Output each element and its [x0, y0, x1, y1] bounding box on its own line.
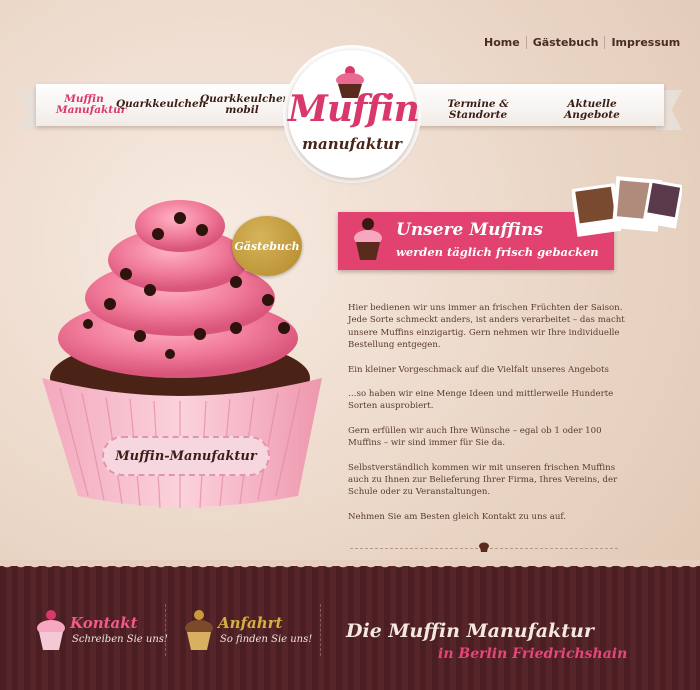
content-paragraph: Gern erfüllen wir auch Ihre Wünsche – eg… [348, 425, 602, 449]
logo-title: Muffin [288, 88, 420, 130]
top-nav-imprint[interactable]: Impressum [605, 36, 686, 49]
top-nav: Home Gästebuch Impressum [478, 36, 686, 49]
nav-item-quarkkeulchen[interactable]: Quarkkeulchen [116, 99, 206, 110]
nav-item-quarkkeulchen-mobil[interactable]: Quarkkeulchen mobil [200, 94, 290, 116]
banner-title: Unsere Muffins [396, 220, 543, 240]
content-paragraph: Hier bedienen wir uns immer an frischen … [348, 303, 625, 351]
nav-item-termine-standorte[interactable]: Termine & Standorte [428, 99, 528, 121]
footer-separator [320, 604, 321, 656]
top-nav-home[interactable]: Home [478, 36, 527, 49]
footer-contact-title[interactable]: Kontakt [70, 614, 138, 632]
page: Home Gästebuch Impressum Muffin Manufakt… [0, 0, 700, 690]
footer-directions-title[interactable]: Anfahrt [218, 614, 282, 632]
footer-separator [165, 604, 166, 656]
footer-brand-title: Die Muffin Manufaktur [346, 620, 594, 642]
banner-subtitle: werden täglich frisch gebacken [396, 245, 599, 259]
content-paragraph: …so haben wir eine Menge Ideen und mittl… [348, 389, 614, 412]
divider-muffin-icon [479, 542, 489, 552]
nav-item-muffin-manufaktur[interactable]: Muffin Manufaktur [56, 94, 126, 116]
contact-cupcake-icon [37, 610, 65, 650]
content-paragraph: Nehmen Sie am Besten gleich Kontakt zu u… [348, 511, 567, 522]
nav-item-aktuelle-angebote[interactable]: Aktuelle Angebote [540, 99, 644, 121]
top-nav-guestbook[interactable]: Gästebuch [527, 36, 606, 49]
content-paragraph: Selbstverständlich kommen wir mit unsere… [348, 462, 618, 498]
footer-brand-subtitle: in Berlin Friedrichshain [438, 646, 628, 662]
footer-scallop-edge [0, 560, 700, 574]
footer-contact-subtitle[interactable]: Schreiben Sie uns! [72, 634, 168, 645]
footer-directions-subtitle[interactable]: So finden Sie uns! [220, 634, 312, 645]
logo-subtitle: manufaktur [302, 135, 402, 153]
cupcake-label: Muffin-Manufaktur [102, 436, 270, 476]
directions-cupcake-icon [185, 610, 213, 650]
content-text: Hier bedienen wir uns immer an frischen … [348, 302, 628, 535]
guestbook-badge[interactable]: Gästebuch [232, 216, 302, 276]
polaroid-photos [572, 176, 682, 237]
banner-cupcake-icon [354, 218, 382, 260]
content-paragraph: Ein kleiner Vorgeschmack auf die Vielfal… [348, 364, 609, 375]
